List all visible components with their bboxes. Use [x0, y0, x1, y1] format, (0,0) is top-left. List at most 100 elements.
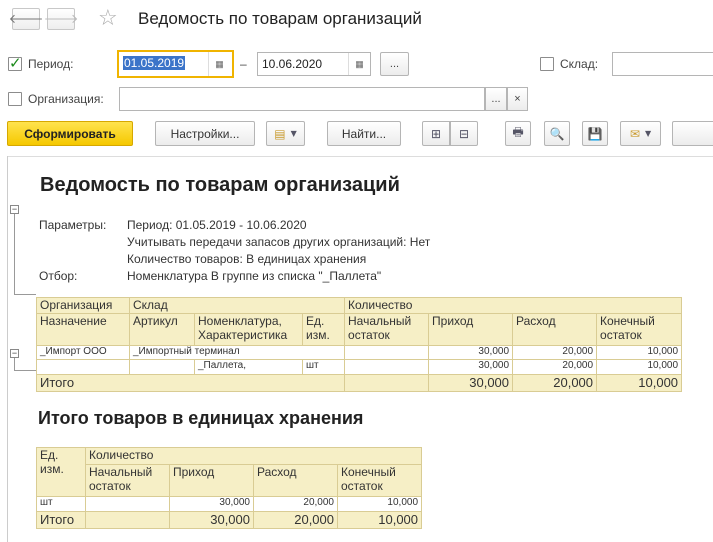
header-row: Ед. изм. Количество — [36, 447, 423, 497]
col-article: Артикул — [129, 313, 195, 346]
save-button[interactable]: 💾 — [582, 121, 608, 146]
organization-label: Организация: — [28, 92, 104, 106]
print-button[interactable]: 🖶 — [505, 121, 531, 146]
tree-line — [14, 358, 15, 370]
table-row[interactable]: _Паллета, шт 30,000 20,000 10,000 — [36, 359, 683, 375]
period-dash: – — [240, 57, 247, 71]
header-row: Назначение Артикул Номенклатура, Характе… — [36, 313, 683, 346]
col-nomenclature: Номенклатура, Характеристика — [194, 313, 303, 346]
period-to-field[interactable]: 10.06.2020 ▦ — [257, 52, 371, 76]
total-opening — [344, 374, 430, 392]
col-expense: Расход — [253, 464, 338, 497]
total-label: Итого — [36, 511, 86, 529]
cell-opening — [344, 359, 430, 375]
period-label: Период: — [28, 57, 74, 71]
organization-select-button[interactable]: ... — [485, 87, 507, 111]
cell-organization: _Импорт ООО — [36, 345, 130, 360]
report-table: Организация Склад Количество Назначение … — [35, 297, 683, 392]
col-quantity: Количество — [344, 297, 683, 314]
calendar-icon[interactable]: ▦ — [208, 52, 230, 76]
period-to-value: 10.06.2020 — [262, 57, 323, 71]
total-label: Итого — [35, 374, 346, 392]
chevron-down-icon: ▼ — [644, 129, 652, 138]
summary-table: Ед. изм. Количество Начальный остаток Пр… — [36, 447, 423, 529]
tree-line — [14, 370, 36, 371]
tree-line — [14, 294, 36, 295]
col-closing: Конечный остаток — [596, 313, 683, 346]
expand-groups-button[interactable]: ⊞ — [422, 121, 450, 146]
variant-icon: ▤ — [274, 126, 286, 141]
collapse-row-toggle[interactable]: − — [10, 349, 19, 358]
header-row: Организация Склад Количество — [36, 297, 683, 314]
total-closing: 10,000 — [336, 511, 423, 529]
col-opening: Начальный остаток — [85, 464, 170, 497]
cell-receipt: 30,000 — [428, 359, 514, 375]
cell-unit: шт — [301, 359, 346, 375]
tree-line — [14, 214, 15, 294]
col-receipt: Приход — [169, 464, 254, 497]
collapse-groups-button[interactable]: ⊟ — [450, 121, 478, 146]
generate-button[interactable]: Сформировать — [7, 121, 133, 146]
arrow-right-icon: 🡒 — [43, 11, 79, 26]
col-closing: Конечный остаток — [336, 464, 423, 497]
forward-button[interactable]: 🡒 — [44, 8, 78, 30]
variant-button[interactable]: ▤ ▼ — [266, 121, 305, 146]
col-organization: Организация — [36, 297, 130, 314]
collapse-params-toggle[interactable]: − — [10, 205, 19, 214]
favorite-star-icon[interactable]: ☆ — [98, 6, 118, 31]
find-button[interactable]: Найти... — [327, 121, 401, 146]
period-from-value: 01.05.2019 — [123, 56, 186, 70]
report-subtitle: Итого товаров в единицах хранения — [38, 408, 364, 428]
filter-value: Номенклатура В группе из списка "_Паллет… — [127, 269, 382, 283]
expand-groups-icon: ⊞ — [430, 126, 442, 141]
total-receipt: 30,000 — [169, 511, 254, 529]
header-row: Начальный остаток Приход Расход Конечный… — [37, 464, 423, 497]
mail-icon: ✉ — [629, 126, 640, 141]
mail-button[interactable]: ✉ ▼ — [620, 121, 661, 146]
total-row: Итого 30,000 20,000 10,000 — [36, 511, 423, 529]
col-opening: Начальный остаток — [344, 313, 430, 346]
table-row[interactable]: _Импорт ООО _Импортный терминал 30,000 2… — [36, 345, 683, 360]
back-button[interactable]: 🡐 — [9, 8, 43, 30]
warehouse-field[interactable] — [612, 52, 713, 76]
col-quantity: Количество — [84, 447, 423, 465]
save-icon: 💾 — [587, 126, 603, 141]
cell-opening — [344, 345, 430, 360]
cell-closing: 10,000 — [336, 496, 423, 512]
col-warehouse: Склад — [128, 297, 346, 314]
cell-unit: шт — [36, 496, 86, 512]
param-period: Период: 01.05.2019 - 10.06.2020 — [127, 218, 307, 232]
organization-clear-button[interactable]: × — [507, 87, 528, 111]
total-receipt: 30,000 — [428, 374, 514, 392]
preview-button[interactable]: 🔍 — [544, 121, 570, 146]
chevron-down-icon: ▼ — [290, 129, 297, 138]
period-checkbox[interactable] — [8, 54, 22, 72]
organization-field[interactable] — [119, 87, 485, 111]
cell-nomenclature: _Паллета, — [194, 359, 303, 375]
col-expense: Расход — [512, 313, 598, 346]
print-icon: 🖶 — [512, 125, 524, 139]
warehouse-checkbox[interactable] — [540, 57, 554, 71]
period-from-field[interactable]: 01.05.2019 ▦ — [117, 50, 234, 78]
cell-opening — [85, 496, 170, 512]
cell-article — [129, 359, 195, 375]
settings-button[interactable]: Настройки... — [155, 121, 255, 146]
total-expense: 20,000 — [253, 511, 338, 529]
calendar-icon[interactable]: ▦ — [348, 53, 370, 75]
col-purpose: Назначение — [36, 313, 130, 346]
search-field[interactable] — [672, 121, 713, 146]
preview-icon: 🔍 — [549, 126, 565, 141]
table-row[interactable]: шт 30,000 20,000 10,000 — [36, 496, 423, 512]
param-quantity: Количество товаров: В единицах хранения — [127, 252, 367, 266]
col-unit: Ед. изм. — [36, 447, 86, 497]
cell-purpose — [36, 359, 130, 375]
period-select-button[interactable]: ... — [380, 52, 409, 76]
cell-closing: 10,000 — [596, 359, 683, 375]
cell-warehouse: _Импортный терминал — [128, 345, 346, 360]
window-title: Ведомость по товарам организаций — [138, 9, 422, 28]
organization-checkbox[interactable] — [8, 92, 22, 106]
col-unit: Ед. изм. — [301, 313, 346, 346]
total-expense: 20,000 — [512, 374, 598, 392]
param-transfers: Учитывать передачи запасов других органи… — [127, 235, 431, 249]
collapse-groups-icon: ⊟ — [458, 126, 470, 141]
